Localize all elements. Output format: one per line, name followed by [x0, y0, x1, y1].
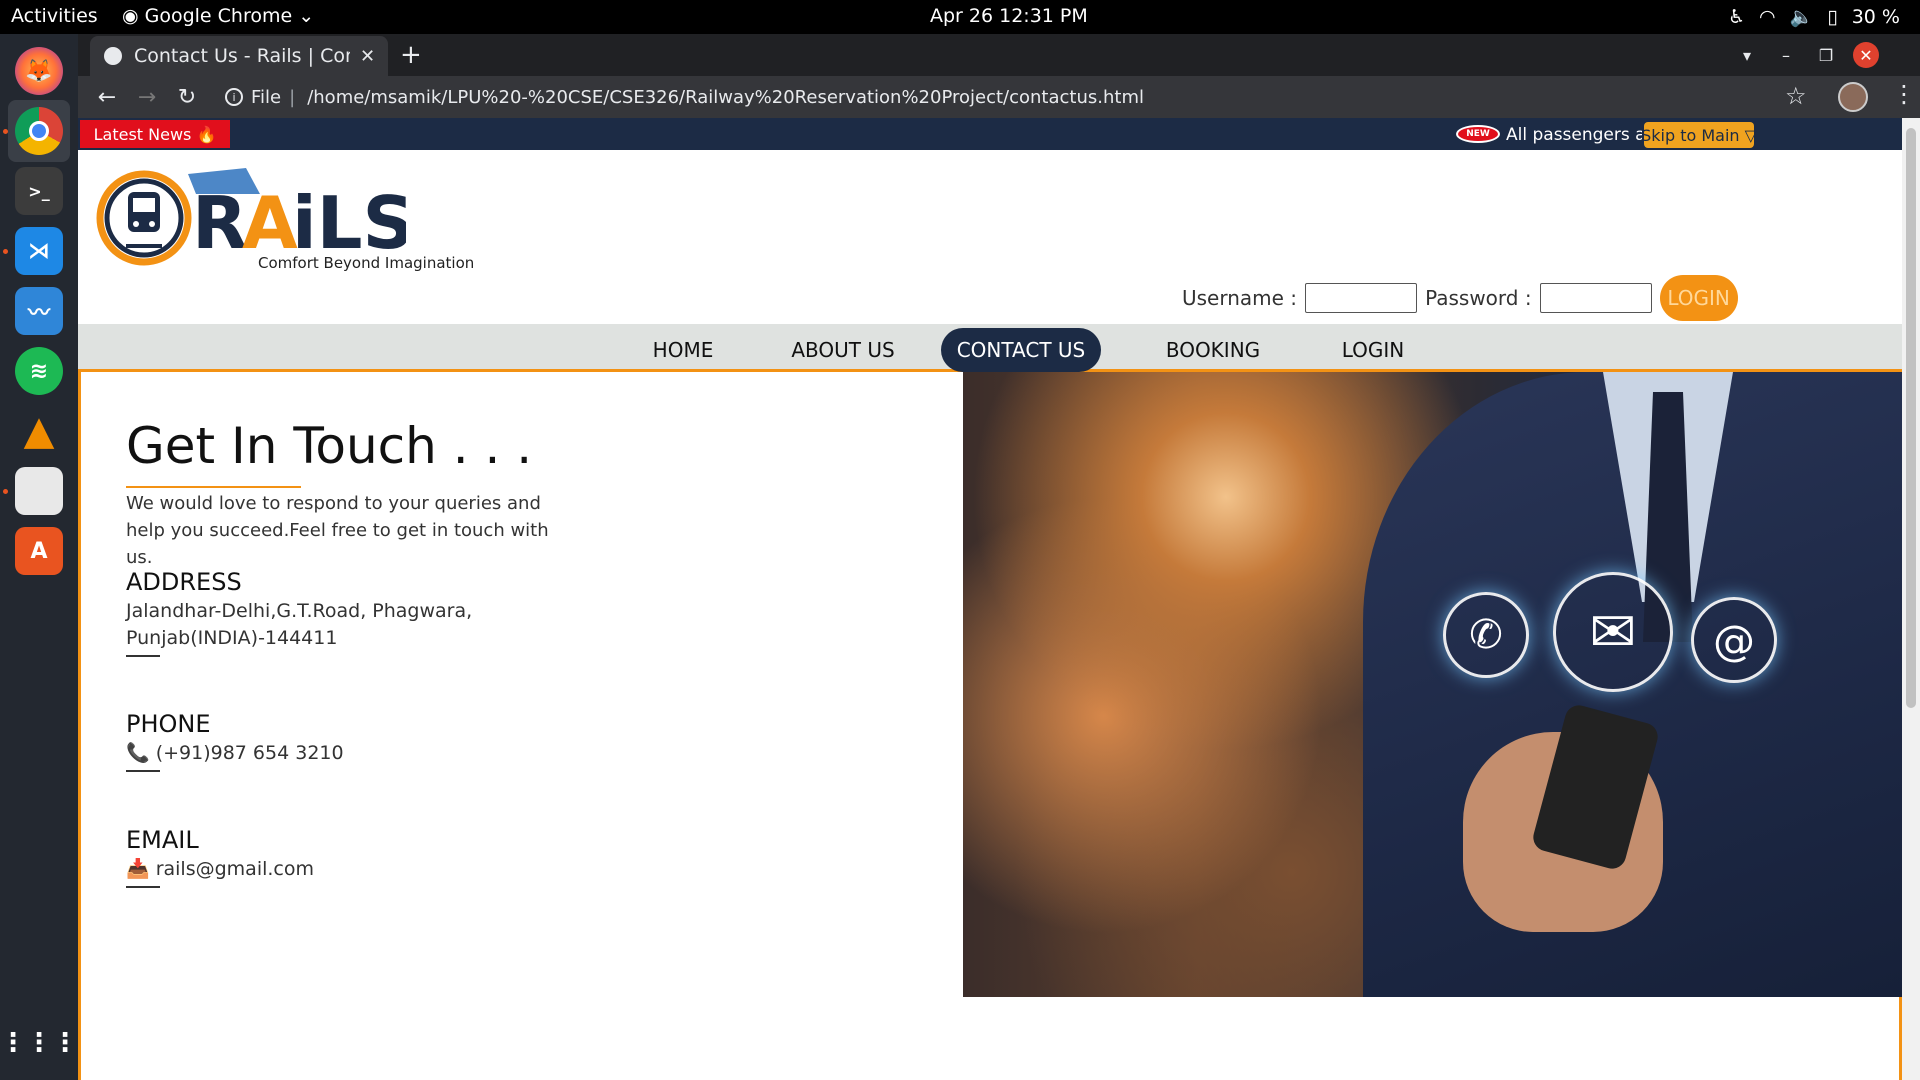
- news-ticker: All passengers are r: [1506, 125, 1642, 145]
- window-close-button[interactable]: ✕: [1853, 42, 1879, 68]
- svg-text:A: A: [242, 181, 298, 265]
- files-icon[interactable]: [8, 460, 70, 522]
- page-subtitle: We would love to respond to your queries…: [126, 493, 549, 568]
- news-bar: Latest News 🔥 NEW All passengers are r S…: [78, 118, 1902, 150]
- tab-strip: Contact Us - Rails | Comfort Beyond Imag…: [78, 34, 1920, 76]
- logo-tagline: Comfort Beyond Imagination: [258, 254, 475, 272]
- nav-booking[interactable]: BOOKING: [1148, 328, 1278, 372]
- reload-button[interactable]: ↻: [172, 82, 202, 112]
- phone-number: (+91)987 654 3210: [155, 742, 344, 764]
- spotify-icon[interactable]: ≋: [8, 340, 70, 402]
- system-top-bar: Activities ◉ Google Chrome ⌄ Apr 26 12:3…: [0, 0, 1920, 34]
- new-tab-button[interactable]: +: [400, 40, 422, 70]
- password-label: Password :: [1425, 286, 1532, 310]
- inbox-icon: 📥: [126, 858, 156, 880]
- accessibility-icon: ♿: [1727, 5, 1745, 28]
- bookmark-star-icon[interactable]: ☆: [1785, 82, 1807, 110]
- system-tray[interactable]: ♿ ◠ 🔈 ▯ 30 %: [1727, 5, 1900, 29]
- chrome-small-icon: ◉: [122, 5, 145, 27]
- address-line-2: Punjab(INDIA)-144411: [126, 627, 338, 649]
- email-address: rails@gmail.com: [155, 858, 315, 880]
- at-sign-circle-icon: @: [1691, 597, 1777, 683]
- nav-about-us[interactable]: ABOUT US: [778, 328, 908, 372]
- envelope-circle-icon: ✉: [1553, 572, 1673, 692]
- login-form: Username : Password : LOGIN: [1182, 272, 1738, 324]
- address-heading: ADDRESS: [126, 568, 242, 596]
- firefox-icon[interactable]: 🦊: [8, 40, 70, 102]
- app-menu[interactable]: ◉ Google Chrome ⌄: [122, 5, 314, 27]
- new-badge: NEW: [1456, 125, 1500, 143]
- url-separator: |: [289, 86, 296, 108]
- email-row: 📥 rails@gmail.com: [126, 856, 314, 883]
- wifi-icon: ◠: [1758, 5, 1776, 28]
- close-tab-icon[interactable]: ✕: [360, 46, 375, 67]
- nav-login[interactable]: LOGIN: [1323, 328, 1423, 372]
- tab-search-icon[interactable]: ▾: [1734, 42, 1760, 68]
- activities-button[interactable]: Activities: [11, 5, 98, 27]
- page-viewport: Latest News 🔥 NEW All passengers are r S…: [78, 118, 1902, 1080]
- chrome-menu-icon[interactable]: ⋮: [1892, 80, 1916, 108]
- email-heading: EMAIL: [126, 826, 199, 854]
- phone-underline: [126, 770, 160, 772]
- app-grid-icon[interactable]: ⋮⋮⋮: [0, 1012, 78, 1074]
- chevron-down-icon: ⌄: [292, 5, 315, 27]
- address-line-1: Jalandhar-Delhi,G.T.Road, Phagwara,: [126, 600, 473, 622]
- volume-icon: 🔈: [1789, 6, 1814, 28]
- phone-circle-icon: ✆: [1443, 592, 1529, 678]
- contact-content: Get In Touch . . . We would love to resp…: [78, 372, 1902, 1080]
- main-nav: HOME ABOUT US CONTACT US BOOKING LOGIN: [78, 324, 1902, 372]
- latest-news-label: Latest News 🔥: [80, 120, 230, 148]
- nav-contact-us[interactable]: CONTACT US: [941, 328, 1101, 372]
- svg-text:R: R: [192, 181, 247, 265]
- system-monitor-icon[interactable]: 〰: [8, 280, 70, 342]
- nav-home[interactable]: HOME: [638, 328, 728, 372]
- dock: 🦊 >_ ⋊ 〰 ≋ ▲ A ⋮⋮⋮: [0, 34, 78, 1080]
- page-title: Get In Touch . . .: [126, 417, 533, 475]
- email-underline: [126, 886, 160, 888]
- battery-percentage: 30 %: [1851, 5, 1900, 28]
- login-button[interactable]: LOGIN: [1659, 275, 1738, 321]
- info-icon[interactable]: i: [225, 88, 243, 106]
- contact-hero-image: ✆ ✉ @: [963, 372, 1902, 997]
- page-scrollbar[interactable]: [1902, 118, 1920, 1080]
- url-scheme-label: File: [251, 86, 282, 108]
- url-text[interactable]: /home/msamik/LPU%20-%20CSE/CSE326/Railwa…: [307, 87, 1144, 108]
- browser-tab[interactable]: Contact Us - Rails | Comfort Beyond Imag…: [90, 36, 388, 76]
- back-button[interactable]: ←: [92, 82, 122, 112]
- browser-window: Contact Us - Rails | Comfort Beyond Imag…: [78, 34, 1920, 1080]
- browser-toolbar: ← → ↻ i File | /home/msamik/LPU%20-%20CS…: [78, 76, 1920, 118]
- scrollbar-thumb[interactable]: [1906, 128, 1916, 708]
- address-bar[interactable]: i File | /home/msamik/LPU%20-%20CSE/CSE3…: [210, 80, 1880, 114]
- phone-heading: PHONE: [126, 710, 211, 738]
- terminal-icon[interactable]: >_: [8, 160, 70, 222]
- globe-icon: [104, 47, 122, 65]
- vscode-icon[interactable]: ⋊: [8, 220, 70, 282]
- software-center-icon[interactable]: A: [8, 520, 70, 582]
- profile-avatar[interactable]: [1838, 82, 1868, 112]
- phone-icon: 📞: [126, 742, 156, 764]
- username-label: Username :: [1182, 286, 1298, 310]
- password-input[interactable]: [1539, 283, 1652, 313]
- svg-text:iLS: iLS: [292, 181, 406, 265]
- minimize-button[interactable]: –: [1773, 42, 1799, 68]
- forward-button[interactable]: →: [132, 82, 162, 112]
- address-underline: [126, 655, 160, 657]
- phone-row: 📞 (+91)987 654 3210: [126, 740, 344, 767]
- app-menu-label: Google Chrome: [144, 5, 293, 27]
- restore-button[interactable]: ❐: [1813, 42, 1839, 68]
- username-input[interactable]: [1305, 283, 1418, 313]
- skip-to-main-button[interactable]: Skip to Main ▽: [1641, 122, 1757, 148]
- clock[interactable]: Apr 26 12:31 PM: [930, 5, 1088, 27]
- title-underline: [126, 486, 301, 488]
- chrome-icon[interactable]: [8, 100, 70, 162]
- tab-title: Contact Us - Rails | Comfort Beyond Imag…: [134, 45, 350, 67]
- vlc-icon[interactable]: ▲: [8, 400, 70, 462]
- battery-icon: ▯: [1827, 5, 1838, 28]
